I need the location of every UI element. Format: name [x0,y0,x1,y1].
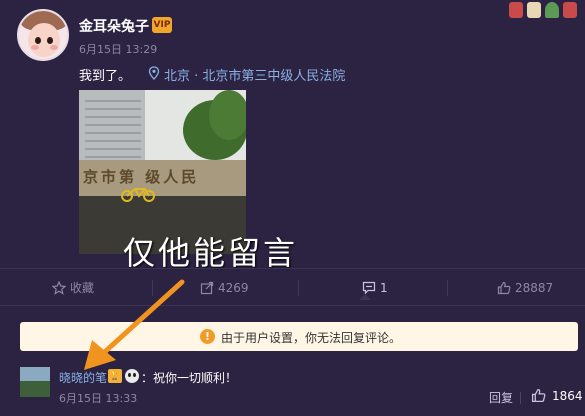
holiday-decoration-icon [507,0,577,22]
comment-action-divider [520,392,521,404]
notice-text: 由于用户设置，你无法回复评论。 [221,331,402,345]
repost-button[interactable]: 4269 [200,269,300,307]
bicycle-icon [121,188,155,202]
author-username[interactable]: 金耳朵兔子 [79,16,149,36]
thumb-up-icon[interactable] [531,388,546,403]
weibo-post-card: 金耳朵兔子 VIP 6月15日 13:29 我到了。 北京 · 北京市第三中级人… [0,0,585,416]
repost-count: 4269 [218,281,249,295]
comment-icon [362,281,376,295]
action-divider [447,280,448,296]
vip-badge-icon[interactable]: VIP [152,17,172,33]
post-timestamp[interactable]: 6月15日 13:29 [79,41,157,57]
commenter-avatar[interactable] [20,367,50,397]
like-button[interactable]: 28887 [497,269,577,307]
comment-button[interactable]: 1 [362,269,442,307]
post-text: 我到了。 [79,69,132,84]
comment-count: 1 [380,281,388,295]
action-divider [298,280,299,296]
star-icon [52,281,66,295]
post-location-link[interactable]: 北京 · 北京市第三中级人民法院 [164,65,345,84]
comment-timestamp: 6月15日 13:33 [59,392,138,405]
thumb-up-icon [497,281,511,295]
comment-active-indicator [359,294,371,300]
annotation-arrow-icon [84,279,185,370]
photo-court-sign: 京市第 级人民 [83,168,200,186]
reply-button[interactable]: 回复 [489,389,513,406]
author-avatar[interactable] [17,9,69,61]
warning-icon: ! [200,329,215,344]
like-count: 28887 [515,281,554,295]
share-icon [200,281,214,295]
comment-like-count[interactable]: 1864 [552,389,583,403]
location-pin-icon [148,66,160,80]
